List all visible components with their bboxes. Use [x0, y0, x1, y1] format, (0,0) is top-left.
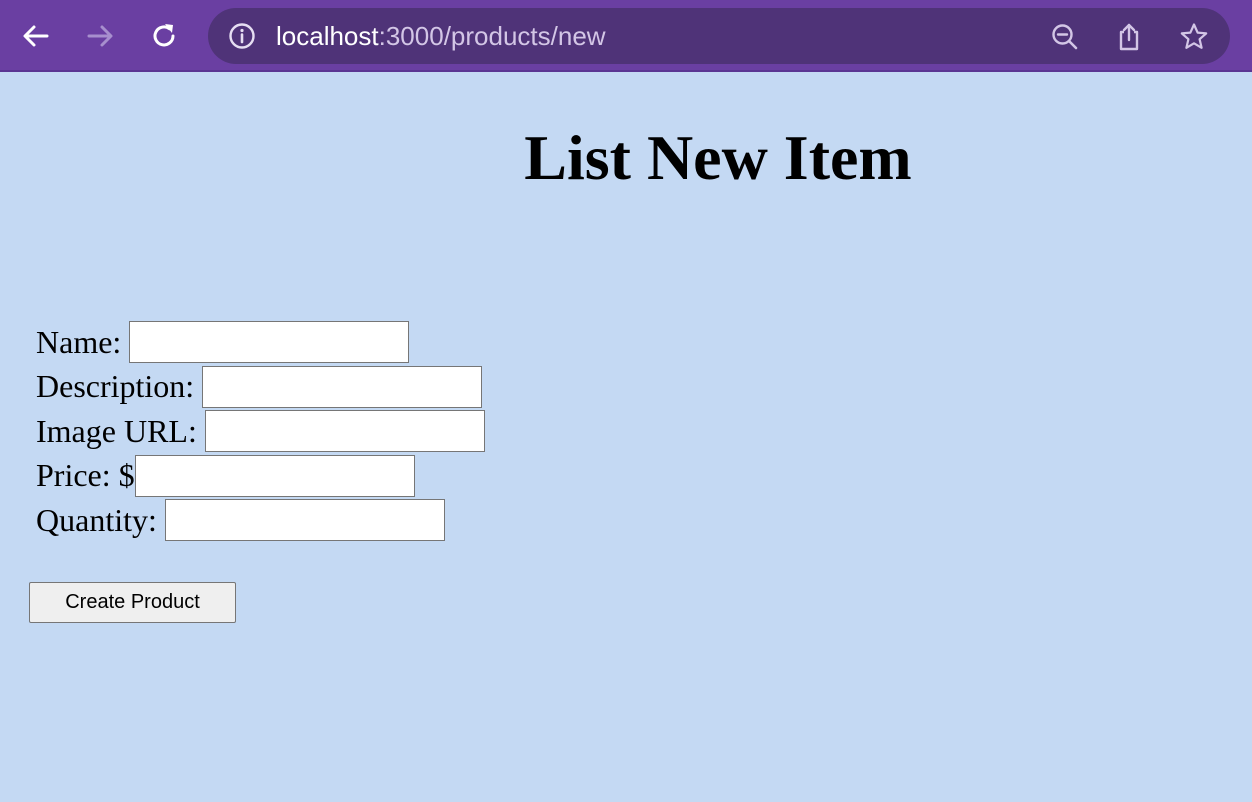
- reload-icon[interactable]: [144, 16, 184, 56]
- price-input[interactable]: [134, 454, 415, 497]
- name-label: Name:: [36, 323, 122, 360]
- image-url-row: Image URL:: [36, 409, 485, 454]
- new-product-form: Name: Description: Image URL: Price: $ Q…: [36, 320, 485, 543]
- url-host: localhost: [276, 21, 379, 51]
- price-row: Price: $: [36, 454, 485, 499]
- url-path: :3000/products/new: [378, 21, 606, 51]
- quantity-input[interactable]: [164, 499, 445, 542]
- zoom-out-icon[interactable]: [1050, 22, 1080, 52]
- share-icon[interactable]: [1114, 22, 1144, 52]
- description-input[interactable]: [202, 365, 483, 408]
- star-icon[interactable]: [1179, 22, 1209, 52]
- price-label: Price: $: [36, 457, 135, 494]
- image-url-input[interactable]: [204, 410, 485, 453]
- name-input[interactable]: [129, 321, 410, 364]
- quantity-label: Quantity:: [36, 501, 157, 538]
- browser-toolbar: localhost:3000/products/new: [0, 0, 1252, 72]
- page-title: List New Item: [524, 122, 912, 193]
- url-text[interactable]: localhost:3000/products/new: [276, 8, 606, 64]
- info-icon[interactable]: [228, 22, 256, 50]
- description-label: Description:: [36, 368, 195, 405]
- name-row: Name:: [36, 320, 485, 365]
- description-row: Description:: [36, 365, 485, 410]
- back-arrow-icon[interactable]: [16, 16, 56, 56]
- forward-arrow-icon[interactable]: [80, 16, 120, 56]
- address-bar[interactable]: localhost:3000/products/new: [208, 8, 1230, 64]
- create-product-button[interactable]: Create Product: [29, 582, 236, 623]
- image-url-label: Image URL:: [36, 412, 197, 449]
- quantity-row: Quantity:: [36, 498, 485, 543]
